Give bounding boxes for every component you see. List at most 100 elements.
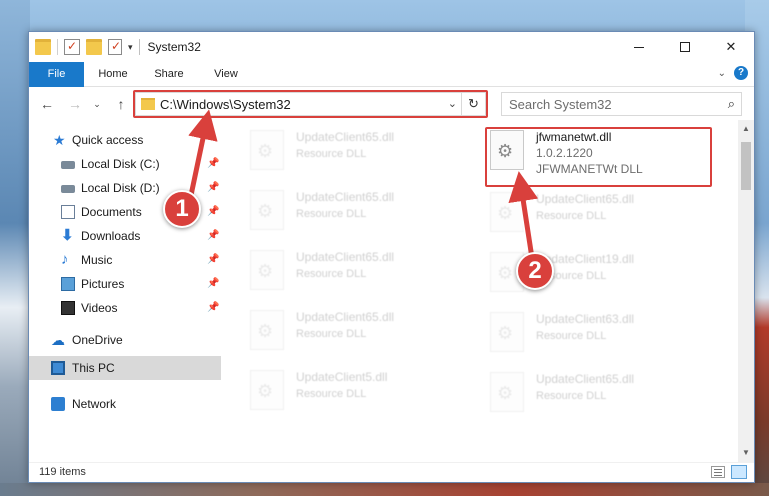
file-version: 1.0.2.1220 xyxy=(536,146,593,160)
address-path[interactable]: C:\Windows\System32 xyxy=(160,97,291,112)
address-bar[interactable]: C:\Windows\System32 ⌄ ↻ xyxy=(135,92,486,116)
file-item[interactable]: ⚙ UpdateClient65.dll Resource DLL xyxy=(250,126,460,176)
file-type: Resource DLL xyxy=(536,210,607,222)
vertical-scrollbar[interactable]: ▲ ▼ xyxy=(738,120,754,462)
sidebar-item-downloads[interactable]: ⬇ Downloads 📌 xyxy=(29,224,221,248)
file-name: jfwmanetwt.dll xyxy=(536,130,612,144)
navigation-pane: ★ Quick access Local Disk (C:) 📌 Local D… xyxy=(29,124,221,454)
file-name: UpdateClient5.dll xyxy=(296,370,388,384)
navigation-bar: ← → ⌄ ↑ C:\Windows\System32 ⌄ ↻ Search S… xyxy=(29,88,754,120)
sidebar-item-label: Local Disk (D:) xyxy=(81,181,160,195)
title-bar: ▾ System32 ✕ xyxy=(29,32,754,62)
ribbon-tabs: File Home Share View ⌄ ? xyxy=(29,62,754,87)
maximize-icon xyxy=(680,42,690,52)
properties-icon[interactable] xyxy=(64,39,80,55)
qat-dropdown-icon[interactable]: ▾ xyxy=(128,42,133,53)
scroll-up-icon[interactable]: ▲ xyxy=(738,122,754,136)
file-type: Resource DLL xyxy=(296,148,367,160)
search-placeholder: Search System32 xyxy=(509,97,612,112)
sidebar-item-pictures[interactable]: Pictures 📌 xyxy=(29,272,221,296)
pin-icon: 📌 xyxy=(207,278,220,289)
file-name: UpdateClient65.dll xyxy=(536,192,635,206)
new-folder-icon[interactable] xyxy=(86,39,102,55)
gear-icon: ⚙ xyxy=(257,141,274,161)
window-controls: ✕ xyxy=(616,32,754,62)
recent-locations-icon[interactable]: ⌄ xyxy=(91,94,103,114)
file-type: Resource DLL xyxy=(296,208,367,220)
sidebar-item-label: Downloads xyxy=(81,229,141,243)
file-item[interactable]: ⚙ UpdateClient65.dll Resource DLL xyxy=(250,186,460,236)
file-type: Resource DLL xyxy=(296,268,367,280)
file-item[interactable]: ⚙ UpdateClient65.dll Resource DLL xyxy=(250,246,460,296)
gear-icon: ⚙ xyxy=(497,141,514,161)
search-input[interactable]: Search System32 ⌕ xyxy=(501,92,742,116)
details-view-icon[interactable] xyxy=(711,466,725,478)
file-name: UpdateClient63.dll xyxy=(536,312,635,326)
sidebar-item-network[interactable]: Network xyxy=(29,392,221,416)
file-item[interactable]: ⚙ UpdateClient5.dll Resource DLL xyxy=(250,366,460,416)
maximize-button[interactable] xyxy=(662,32,708,62)
up-button[interactable]: ↑ xyxy=(111,94,131,114)
forward-button[interactable]: → xyxy=(65,94,85,114)
close-button[interactable]: ✕ xyxy=(708,32,754,62)
sidebar-item-label: Network xyxy=(72,397,117,411)
address-folder-icon xyxy=(141,98,155,110)
pin-icon: 📌 xyxy=(207,158,220,169)
file-type: Resource DLL xyxy=(536,390,607,402)
customize-toolbar-icon[interactable] xyxy=(108,39,122,55)
tab-view[interactable]: View xyxy=(202,62,250,87)
highlighted-dll-file[interactable]: ⚙ jfwmanetwt.dll 1.0.2.1220 JFWMANETWt D… xyxy=(490,126,700,186)
dll-file-icon: ⚙ xyxy=(490,312,524,352)
minimize-button[interactable] xyxy=(616,32,662,62)
file-list: ⚙ UpdateClient65.dll Resource DLL ⚙ Upda… xyxy=(222,124,738,454)
pin-icon: 📌 xyxy=(207,182,220,193)
tab-file[interactable]: File xyxy=(29,62,84,87)
gear-icon: ⚙ xyxy=(497,383,514,403)
file-name: UpdateClient65.dll xyxy=(296,310,395,324)
documents-icon xyxy=(61,205,75,219)
sidebar-item-onedrive[interactable]: ☁ OneDrive xyxy=(29,328,221,352)
sidebar-item-this-pc[interactable]: This PC xyxy=(29,356,221,380)
pictures-icon xyxy=(61,277,75,291)
sidebar-item-label: This PC xyxy=(72,361,115,375)
pin-icon: 📌 xyxy=(207,254,220,265)
file-item[interactable]: ⚙ UpdateClient65.dll Resource DLL xyxy=(250,306,460,356)
tab-home[interactable]: Home xyxy=(89,62,137,87)
file-item[interactable]: ⚙ UpdateClient63.dll Resource DLL xyxy=(490,308,700,358)
minimize-icon xyxy=(634,46,644,48)
file-item[interactable]: ⚙ UpdateClient65.dll Resource DLL xyxy=(490,188,700,238)
file-description: JFWMANETWt DLL xyxy=(536,162,643,176)
dll-file-icon: ⚙ xyxy=(490,372,524,412)
gear-icon: ⚙ xyxy=(257,381,274,401)
sidebar-item-videos[interactable]: Videos 📌 xyxy=(29,296,221,320)
gear-icon: ⚙ xyxy=(497,203,514,223)
file-name: UpdateClient65.dll xyxy=(296,250,395,264)
disk-icon xyxy=(61,161,75,169)
sidebar-item-quick-access[interactable]: ★ Quick access xyxy=(29,128,221,152)
help-icon[interactable]: ? xyxy=(734,66,748,80)
address-dropdown-icon[interactable]: ⌄ xyxy=(448,97,457,110)
refresh-button[interactable]: ↻ xyxy=(461,93,485,115)
sidebar-item-label: OneDrive xyxy=(72,333,123,347)
sidebar-item-label: Documents xyxy=(81,205,142,219)
file-item[interactable]: ⚙ UpdateClient65.dll Resource DLL xyxy=(490,368,700,418)
sidebar-item-music[interactable]: ♪ Music 📌 xyxy=(29,248,221,272)
network-icon xyxy=(51,397,65,411)
search-icon[interactable]: ⌕ xyxy=(728,96,735,112)
file-name: UpdateClient65.dll xyxy=(296,190,395,204)
this-pc-icon xyxy=(51,361,65,375)
window-title: System32 xyxy=(147,40,201,54)
download-icon: ⬇ xyxy=(61,227,74,244)
expand-ribbon-icon[interactable]: ⌄ xyxy=(718,68,726,79)
tab-share[interactable]: Share xyxy=(145,62,193,87)
desktop-background-bottom xyxy=(0,483,769,496)
sidebar-item-local-disk-c[interactable]: Local Disk (C:) 📌 xyxy=(29,152,221,176)
tiles-view-icon[interactable] xyxy=(731,465,747,479)
gear-icon: ⚙ xyxy=(257,201,274,221)
scrollbar-thumb[interactable] xyxy=(741,142,751,190)
back-button[interactable]: ← xyxy=(37,94,57,114)
dll-file-icon: ⚙ xyxy=(250,190,284,230)
sidebar-item-label: Local Disk (C:) xyxy=(81,157,160,171)
desktop-background-left xyxy=(0,0,30,496)
scroll-down-icon[interactable]: ▼ xyxy=(738,446,754,460)
